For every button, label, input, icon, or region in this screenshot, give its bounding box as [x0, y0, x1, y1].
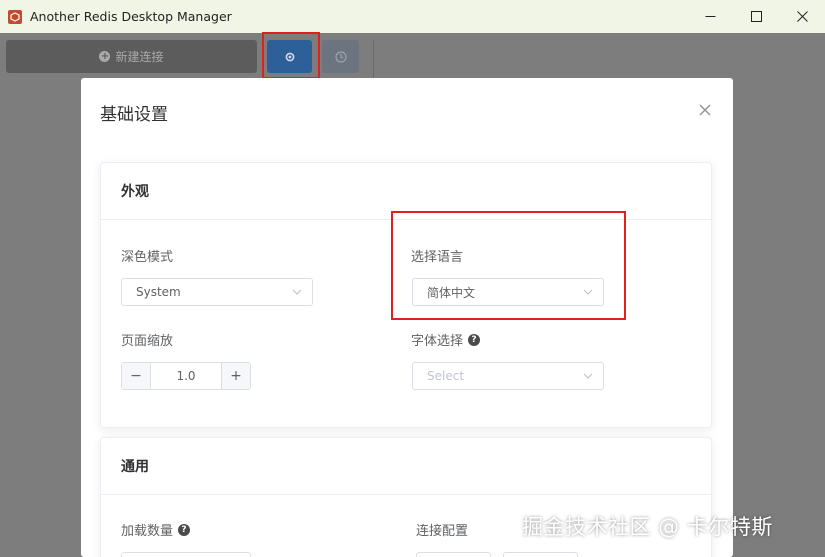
minimize-icon	[705, 16, 715, 17]
redis-logo-icon	[8, 9, 22, 24]
zoom-increase-button[interactable]: +	[221, 363, 250, 389]
chevron-down-icon	[583, 373, 593, 379]
window-controls	[687, 0, 825, 33]
toolbar-divider	[373, 40, 374, 80]
dialog-title: 基础设置	[100, 105, 168, 125]
zoom-value[interactable]: 1.0	[151, 363, 221, 389]
watermark-text: 掘金技术社区 @ 卡尔特斯	[522, 515, 773, 539]
new-connection-label: 新建连接	[115, 50, 164, 64]
close-window-button[interactable]	[779, 0, 825, 33]
chevron-down-icon	[292, 289, 302, 295]
settings-highlight-box	[262, 32, 320, 79]
maximize-icon	[750, 11, 762, 22]
zoom-decrease-button[interactable]: −	[122, 363, 151, 389]
close-icon	[796, 11, 808, 22]
font-placeholder: Select	[427, 369, 465, 383]
load-count-stepper[interactable]	[121, 552, 251, 557]
clock-icon	[334, 50, 347, 63]
general-header: 通用	[101, 438, 711, 495]
connection-config-field-1[interactable]	[416, 552, 491, 557]
load-count-label: 加载数量 ?	[121, 520, 191, 539]
language-highlight-box	[391, 211, 626, 320]
new-connection-button[interactable]: + 新建连接	[6, 40, 257, 73]
window-title: Another Redis Desktop Manager	[30, 9, 232, 24]
zoom-stepper[interactable]: − 1.0 +	[121, 362, 251, 390]
font-select[interactable]: Select	[412, 362, 604, 390]
font-label: 字体选择 ?	[411, 330, 481, 349]
history-button[interactable]	[322, 40, 359, 73]
connection-config-field-2[interactable]	[503, 552, 578, 557]
dark-mode-select[interactable]: System	[121, 278, 313, 306]
title-bar: Another Redis Desktop Manager	[0, 0, 825, 33]
connection-config-label: 连接配置	[416, 524, 469, 539]
dark-mode-value: System	[136, 285, 181, 299]
question-circle-icon[interactable]: ?	[178, 523, 191, 536]
dark-mode-label: 深色模式	[121, 250, 174, 265]
plus-circle-icon: +	[99, 51, 111, 62]
zoom-label: 页面缩放	[121, 334, 174, 349]
maximize-button[interactable]	[733, 0, 779, 33]
question-circle-icon[interactable]: ?	[468, 333, 481, 346]
close-icon[interactable]	[695, 100, 715, 120]
minimize-button[interactable]	[687, 0, 733, 33]
